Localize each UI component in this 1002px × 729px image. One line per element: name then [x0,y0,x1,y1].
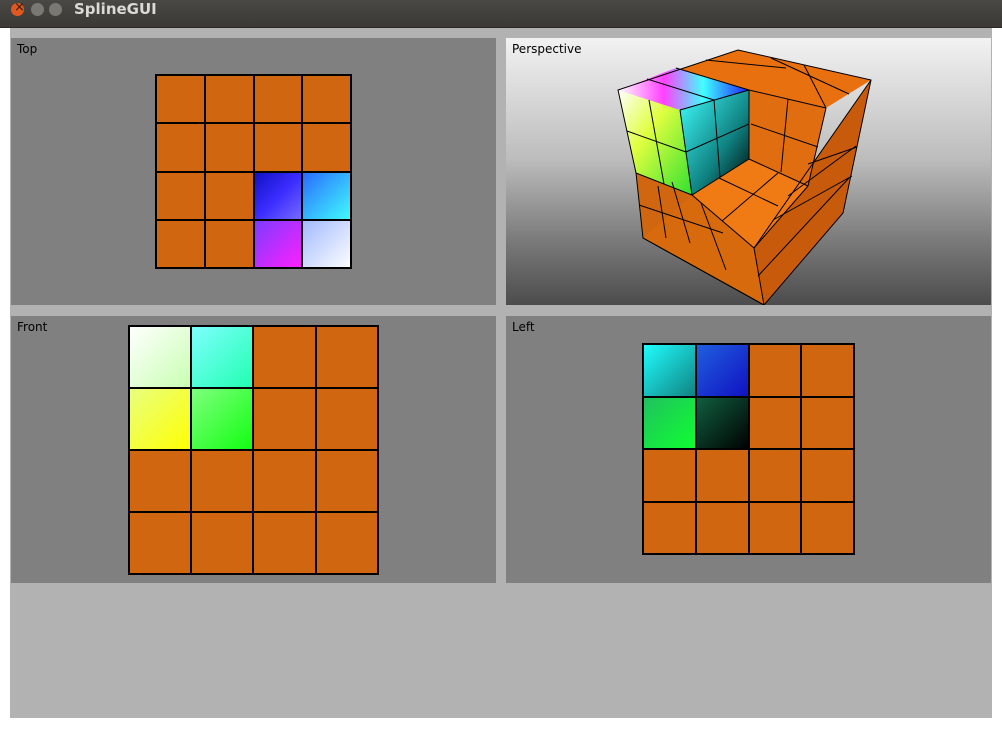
viewport-top[interactable]: Top [11,38,496,305]
viewport-left[interactable]: Left [506,316,991,583]
viewport-front[interactable]: Front [11,316,496,583]
close-icon[interactable] [11,0,25,16]
window-title: SplineGUI [74,0,157,18]
left-view-grid [642,343,855,555]
viewport-perspective[interactable]: Perspective [506,38,991,305]
front-view-grid [128,325,379,575]
window-titlebar[interactable]: SplineGUI [0,0,1002,28]
minimize-icon[interactable] [31,3,44,16]
maximize-icon[interactable] [49,3,62,16]
perspective-cube [617,49,872,305]
top-view-grid [155,74,352,269]
